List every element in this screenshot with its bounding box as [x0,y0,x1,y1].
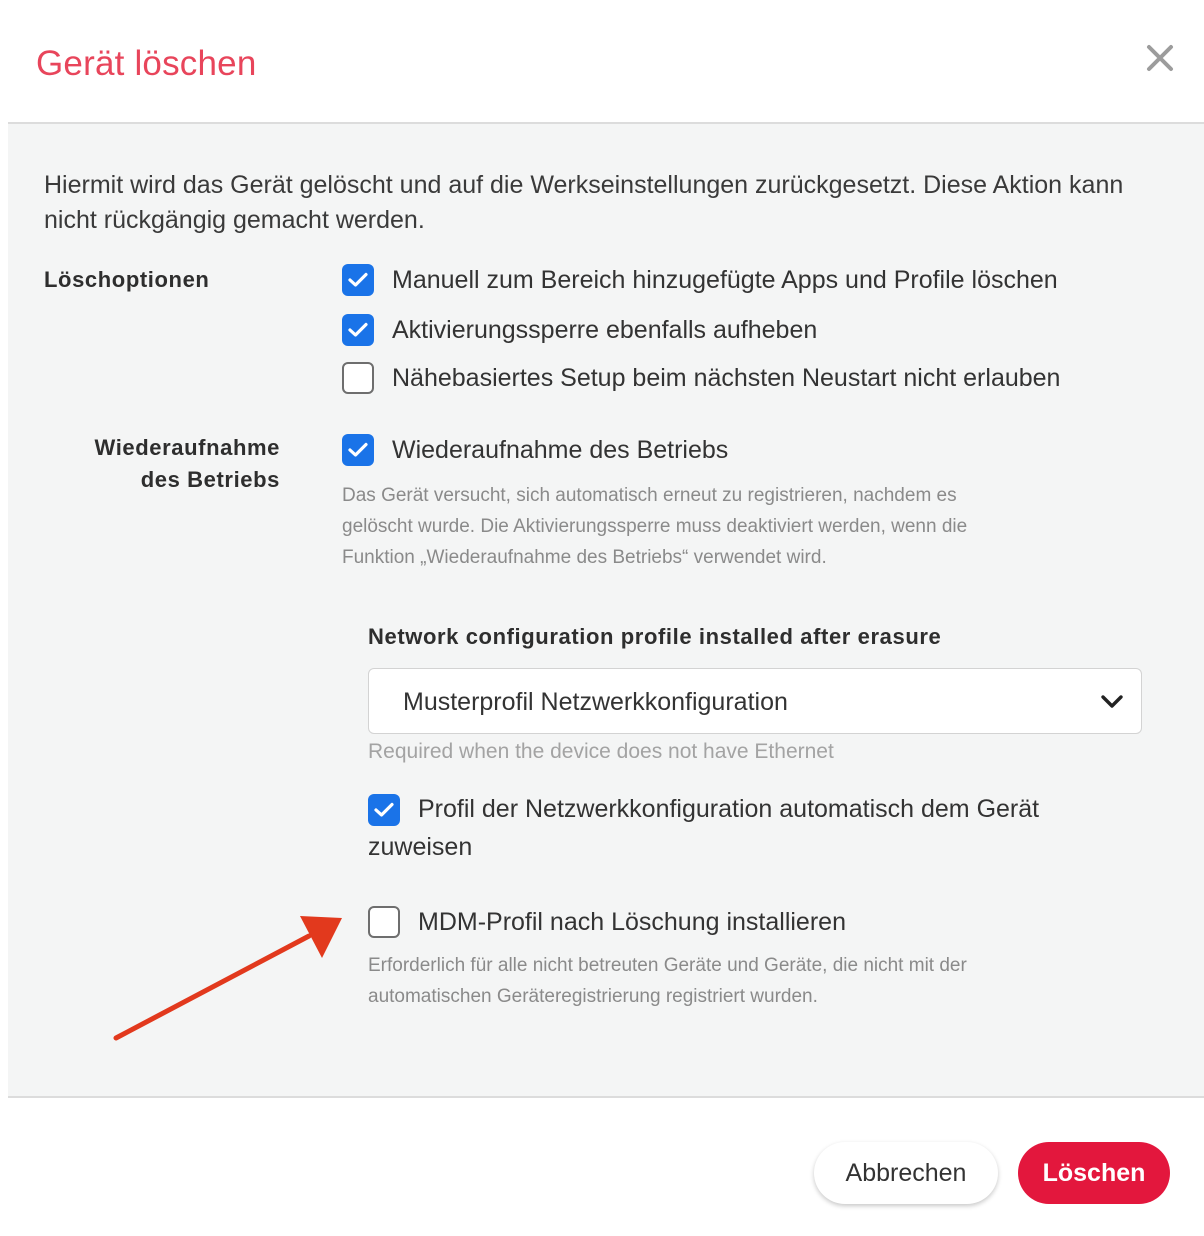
checkmark-icon [348,322,368,337]
return-to-service-option[interactable]: Wiederaufnahme des Betriebs [342,434,728,466]
checkbox-checked[interactable] [342,314,374,346]
checkbox-unchecked[interactable] [342,362,374,394]
chevron-down-icon [1101,695,1123,708]
network-profile-helper: Required when the device does not have E… [368,740,834,763]
helper-line: gelöscht wurde. Die Aktivierungssperre m… [342,516,968,537]
helper-line: Erforderlich für alle nicht betreuten Ge… [368,955,967,976]
assign-label-line2: zuweisen [368,833,473,861]
annotation-arrow-icon [113,916,342,1041]
helper-line: Funktion „Wiederaufnahme des Betriebs“ v… [342,547,827,568]
checkbox-unchecked[interactable] [368,906,400,938]
option-disallow-proximity-setup[interactable]: Nähebasiertes Setup beim nächsten Neusta… [342,362,1060,394]
close-icon [1147,45,1173,71]
checkbox-checked[interactable] [342,264,374,296]
network-profile-selected-value: Musterprofil Netzwerkkonfiguration [403,688,788,716]
dialog-header: Gerät löschen [8,6,1204,122]
checkmark-icon [348,272,368,287]
checkmark-icon [348,442,368,457]
erase-options-label: Löschoptionen [44,267,210,292]
assign-label-line1: Profil der Netzwerkkonfiguration automat… [418,795,1040,823]
network-profile-label: Network configuration profile installed … [368,624,942,649]
mdm-profile-option[interactable]: MDM-Profil nach Löschung installieren [368,906,846,938]
close-button[interactable] [1142,40,1178,76]
assign-network-profile-label[interactable]: Profil der Netzwerkkonfiguration automat… [368,790,1148,866]
delete-button[interactable]: Löschen [1018,1142,1170,1204]
erase-device-dialog: Gerät löschen Hiermit wird das Gerät gel… [8,6,1204,1234]
option-label: MDM-Profil nach Löschung installieren [418,907,846,936]
cancel-button[interactable]: Abbrechen [814,1142,998,1204]
return-to-service-helper: Das Gerät versucht, sich automatisch ern… [342,480,967,573]
option-delete-apps-profiles[interactable]: Manuell zum Bereich hinzugefügte Apps un… [342,264,1058,296]
option-label: Wiederaufnahme des Betriebs [392,435,729,464]
return-to-service-label-line2: des Betriebs [140,467,280,492]
option-remove-activation-lock[interactable]: Aktivierungssperre ebenfalls aufheben [342,314,817,346]
mdm-profile-helper: Erforderlich für alle nicht betreuten Ge… [368,950,967,1012]
dialog-footer: Abbrechen Löschen [8,1098,1204,1234]
option-label: Nähebasiertes Setup beim nächsten Neusta… [392,363,1061,392]
option-label: Manuell zum Bereich hinzugefügte Apps un… [392,265,1058,294]
helper-line: Das Gerät versucht, sich automatisch ern… [342,485,957,506]
option-label: Aktivierungssperre ebenfalls aufheben [392,315,818,344]
dialog-title: Gerät löschen [36,44,257,83]
intro-text: Hiermit wird das Gerät gelöscht und auf … [44,171,1124,234]
checkbox-checked[interactable] [342,434,374,466]
network-profile-select[interactable]: Musterprofil Netzwerkkonfiguration [368,668,1142,734]
return-to-service-label-line1: Wiederaufnahme [94,435,280,460]
helper-line: automatischen Geräteregistrierung regist… [368,986,818,1007]
dialog-body: Hiermit wird das Gerät gelöscht und auf … [8,124,1204,1096]
return-to-service-label: Wiederaufnahme des Betriebs [68,432,280,496]
